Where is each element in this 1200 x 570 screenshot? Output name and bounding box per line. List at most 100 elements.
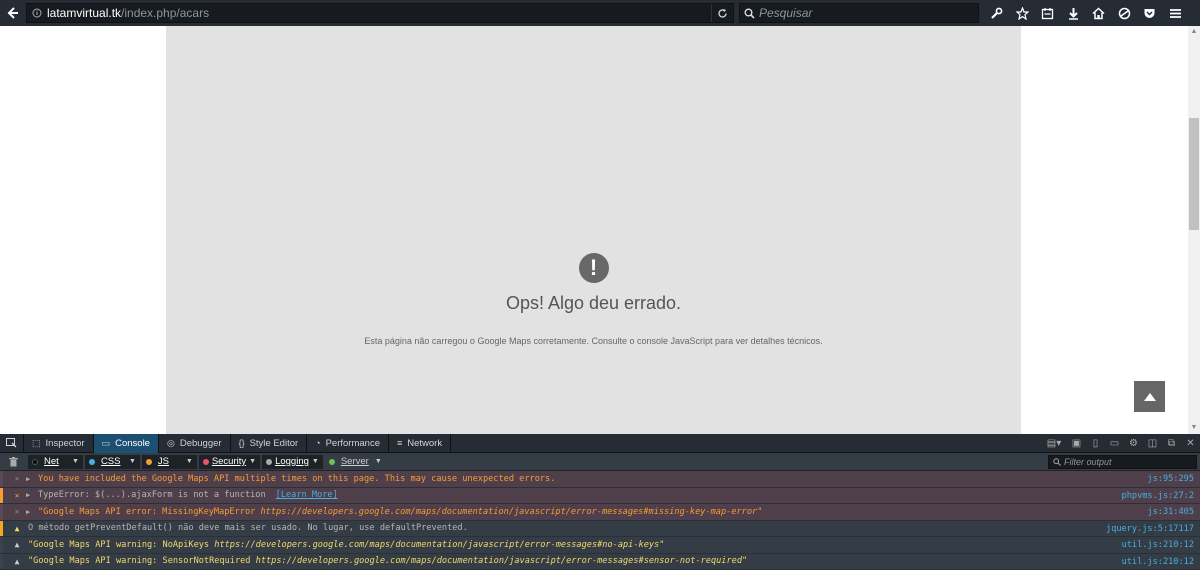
- filter-security-button[interactable]: Security ▼: [198, 454, 261, 469]
- developer-tools-icon[interactable]: [984, 0, 1010, 26]
- map-error: ! Ops! Algo deu errado. Esta página não …: [166, 253, 1021, 346]
- close-icon[interactable]: ✕: [1181, 434, 1200, 453]
- server-dot-icon: [328, 458, 335, 465]
- chevron-down-icon: ▼: [185, 458, 193, 465]
- back-arrow-icon: [7, 7, 18, 19]
- undock-window-icon[interactable]: ⧉: [1162, 434, 1181, 453]
- filter-js-button[interactable]: JS ▼: [141, 454, 197, 469]
- devtools-panel: ⬚ Inspector ▭ Console ◎ Debugger {} Style Ed…: [0, 433, 1200, 570]
- scroll-up-arrow[interactable]: ▲: [1188, 26, 1200, 38]
- tab-console[interactable]: ▭ Console: [93, 433, 159, 453]
- tab-inspector[interactable]: ⬚ Inspector: [24, 433, 94, 453]
- console-filter-bar: Net ▼ CSS ▼ JS ▼ Security ▼ Logging ▼ Server ▼: [0, 453, 1200, 471]
- warning-icon: ▲: [14, 523, 20, 533]
- error-title: Ops! Algo deu errado.: [505, 293, 682, 313]
- map-container[interactable]: ! Ops! Algo deu errado. Esta página não …: [166, 26, 1021, 434]
- chevron-down-icon: ▼: [249, 458, 257, 465]
- clear-console-icon[interactable]: [0, 456, 26, 467]
- expand-twisty-icon[interactable]: ▶: [26, 491, 34, 499]
- site-info-icon[interactable]: [27, 8, 47, 18]
- layout-toggle-icon[interactable]: ▤▾: [1041, 434, 1067, 453]
- inspector-icon: ⬚: [32, 437, 41, 448]
- source-link[interactable]: util.js:210:12: [1122, 554, 1194, 570]
- split-console-icon[interactable]: ▣: [1067, 434, 1086, 453]
- source-link[interactable]: js:31:405: [1147, 504, 1194, 520]
- error-x-icon: ✕: [14, 474, 20, 484]
- back-button[interactable]: [0, 0, 26, 26]
- chevron-down-icon: ▼: [128, 458, 136, 465]
- security-dot-icon: [202, 458, 209, 465]
- search-bar[interactable]: [739, 3, 979, 23]
- search-icon: [1053, 458, 1061, 466]
- arrow-up-icon: [1143, 392, 1156, 401]
- tab-debugger[interactable]: ◎ Debugger: [159, 433, 231, 453]
- filter-css-button[interactable]: CSS ▼: [84, 454, 140, 469]
- element-picker-icon[interactable]: [0, 433, 24, 453]
- home-icon[interactable]: [1086, 0, 1112, 26]
- dock-side-icon[interactable]: ◫: [1143, 434, 1162, 453]
- expand-twisty-icon[interactable]: ▶: [26, 508, 34, 516]
- url-host: latamvirtual.tk: [47, 6, 122, 20]
- filter-net-button[interactable]: Net ▼: [28, 454, 83, 469]
- js-dot-icon: [145, 458, 152, 465]
- pocket-icon[interactable]: [1137, 0, 1163, 26]
- search-input[interactable]: [759, 6, 959, 20]
- source-link[interactable]: jquery.js:5:17117: [1106, 521, 1194, 537]
- tab-style-editor[interactable]: {} Style Editor: [231, 433, 308, 453]
- tab-performance[interactable]: ◔ Performance: [307, 433, 389, 453]
- scroll-down-arrow[interactable]: ▼: [1188, 422, 1200, 434]
- expand-twisty-icon[interactable]: ▶: [26, 475, 34, 483]
- logging-dot-icon: [266, 458, 273, 465]
- console-message[interactable]: ✕ ▶ "Google Maps API error: MissingKeyMa…: [0, 504, 1200, 521]
- console-output: ✕ ▶ You have included the Google Maps AP…: [0, 471, 1200, 570]
- url-bar[interactable]: latamvirtual.tk/index.php/acars: [26, 3, 734, 23]
- chevron-down-icon: ▼: [374, 458, 382, 465]
- settings-gear-icon[interactable]: ⚙: [1124, 434, 1143, 453]
- chevron-down-icon: ▼: [311, 458, 319, 465]
- search-icon: [744, 8, 755, 19]
- debugger-icon: ◎: [166, 437, 175, 448]
- console-message[interactable]: ✕ ▶ You have included the Google Maps AP…: [0, 471, 1200, 488]
- reload-icon: [718, 8, 727, 18]
- bookmark-star-icon[interactable]: [1010, 0, 1036, 26]
- source-link[interactable]: util.js:210:12: [1122, 537, 1194, 553]
- scroll-thumb[interactable]: [1189, 118, 1199, 230]
- filter-logging-button[interactable]: Logging ▼: [262, 454, 323, 469]
- filter-output-input[interactable]: [1064, 457, 1194, 467]
- addon-icon[interactable]: [1112, 0, 1138, 26]
- error-icon: !: [578, 253, 609, 283]
- network-icon: ≡: [396, 438, 403, 448]
- style-editor-icon: {}: [238, 438, 245, 448]
- css-dot-icon: [88, 458, 95, 465]
- menu-icon[interactable]: [1163, 0, 1189, 26]
- warning-icon: ▲: [14, 556, 20, 566]
- scroll-to-top-button[interactable]: [1134, 381, 1165, 412]
- console-message[interactable]: ▲ "Google Maps API warning: SensorNotReq…: [0, 553, 1200, 570]
- screenshot-icon[interactable]: ▭: [1105, 434, 1124, 453]
- error-message: Esta página não carregou o Google Maps c…: [364, 336, 823, 346]
- learn-more-link[interactable]: [Learn More]: [276, 490, 338, 500]
- page-scrollbar[interactable]: ▲ ▼: [1188, 26, 1200, 434]
- reload-button[interactable]: [711, 4, 733, 22]
- downloads-icon[interactable]: [1061, 0, 1087, 26]
- chevron-down-icon: ▼: [72, 458, 79, 465]
- console-message[interactable]: ▲ "Google Maps API warning: NoApiKeys ht…: [0, 537, 1200, 554]
- warning-icon: ▲: [14, 540, 20, 550]
- url-text[interactable]: latamvirtual.tk/index.php/acars: [47, 6, 209, 20]
- reading-list-icon[interactable]: [1035, 0, 1061, 26]
- net-dot-icon: [32, 458, 38, 465]
- filter-output-box[interactable]: [1048, 455, 1197, 469]
- error-x-icon: ✕: [14, 507, 20, 517]
- devtools-tabbar: ⬚ Inspector ▭ Console ◎ Debugger {} Style Ed…: [0, 433, 1200, 453]
- tab-network[interactable]: ≡ Network: [389, 433, 452, 453]
- console-message[interactable]: ▲ O método getPreventDefault() não deve …: [0, 520, 1200, 537]
- console-message[interactable]: ✕ ▶ TypeError: $(...).ajaxForm is not a …: [0, 487, 1200, 504]
- browser-toolbar: latamvirtual.tk/index.php/acars: [0, 0, 1200, 26]
- source-link[interactable]: js:95:295: [1147, 471, 1194, 487]
- filter-server-button[interactable]: Server ▼: [325, 455, 386, 469]
- source-link[interactable]: phpvms.js:27:2: [1122, 488, 1194, 504]
- url-path: /index.php/acars: [121, 6, 210, 20]
- performance-icon: ◔: [315, 438, 321, 448]
- error-x-icon: ✕: [14, 490, 20, 500]
- responsive-mode-icon[interactable]: ▯: [1086, 434, 1105, 453]
